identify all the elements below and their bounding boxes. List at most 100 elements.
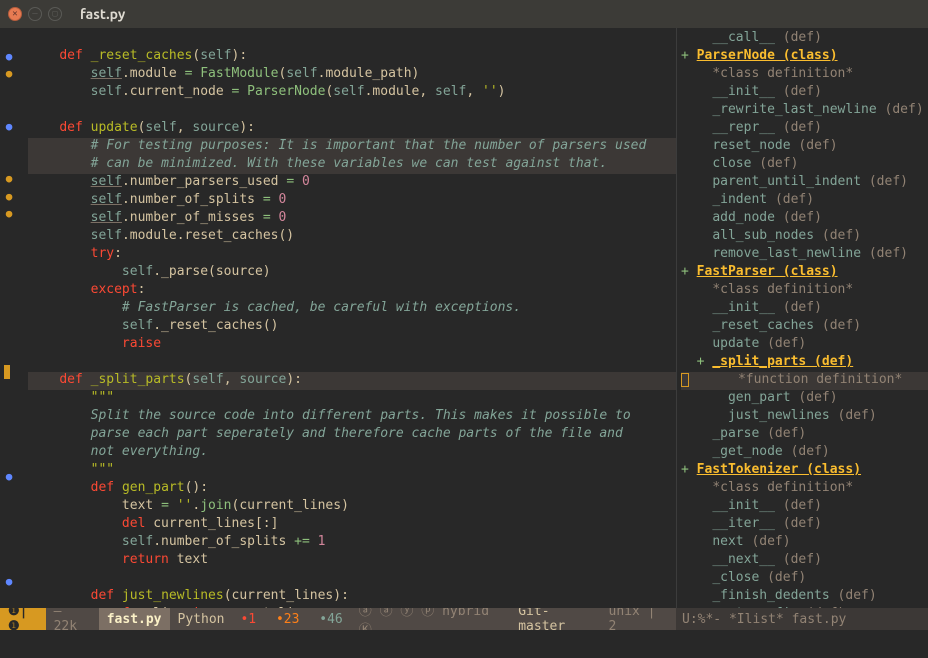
modeline: ❶|❶ — 22k fast.py Python •1 •23 •46 ⓐ ⓐ …	[0, 608, 928, 630]
modeline-aux: U:%*- *Ilist* fast.py	[676, 608, 928, 630]
outline-item[interactable]: + FastTokenizer (class)	[681, 462, 928, 480]
outline-item[interactable]: _indent (def)	[681, 192, 928, 210]
gutter-mark	[0, 135, 18, 153]
outline-item[interactable]: _get_node (def)	[681, 444, 928, 462]
outline-item[interactable]: reset_node (def)	[681, 138, 928, 156]
close-icon[interactable]: ✕	[8, 7, 22, 21]
code-line[interactable]: def update(self, source):	[28, 120, 676, 138]
minimize-icon[interactable]: –	[28, 7, 42, 21]
code-line[interactable]: text = ''.join(current_lines)	[28, 498, 676, 516]
code-line[interactable]: self.number_of_misses = 0	[28, 210, 676, 228]
modeline-git: Git-master	[510, 608, 600, 630]
gutter-mark	[0, 520, 18, 538]
code-line[interactable]: # can be minimized. With these variables…	[28, 156, 676, 174]
code-line[interactable]: return text	[28, 552, 676, 570]
code-line[interactable]: not everything.	[28, 444, 676, 462]
gutter-mark	[0, 415, 18, 433]
gutter-mark	[0, 240, 18, 258]
gutter-mark: ●	[0, 118, 18, 136]
gutter-mark	[0, 398, 18, 416]
outline-item[interactable]: _rewrite_last_newline (def)	[681, 102, 928, 120]
gutter-mark: ●	[0, 205, 18, 223]
gutter-mark	[0, 363, 18, 381]
outline-item[interactable]: close (def)	[681, 156, 928, 174]
code-line[interactable]: for line in current_lines:	[28, 606, 676, 608]
outline-item[interactable]: __init__ (def)	[681, 300, 928, 318]
outline-item[interactable]: parent_until_indent (def)	[681, 174, 928, 192]
outline-item[interactable]: __iter__ (def)	[681, 516, 928, 534]
titlebar: ✕ – ▢ fast.py	[0, 0, 928, 28]
gutter-mark	[0, 100, 18, 118]
outline-cursor-icon	[681, 373, 689, 387]
outline-item[interactable]: + FastParser (class)	[681, 264, 928, 282]
code-line[interactable]: del current_lines[:]	[28, 516, 676, 534]
minibuffer[interactable]	[0, 630, 928, 658]
editor-pane[interactable]: ●●●●●●●● def _reset_caches(self): self.m…	[0, 28, 676, 608]
modeline-flycheck: •1 •23 •46	[232, 608, 350, 630]
code-line[interactable]: except:	[28, 282, 676, 300]
gutter-mark	[0, 153, 18, 171]
window-controls: ✕ – ▢	[8, 7, 62, 21]
maximize-icon[interactable]: ▢	[48, 7, 62, 21]
gutter-mark	[0, 503, 18, 521]
gutter-mark: ●	[0, 170, 18, 188]
gutter-mark: ●	[0, 188, 18, 206]
outline-item[interactable]: _finish_dedents (def)	[681, 588, 928, 606]
code-line[interactable]: parse each part seperately and therefore…	[28, 426, 676, 444]
outline-item[interactable]: just_newlines (def)	[681, 408, 928, 426]
code-line[interactable]: Split the source code into different par…	[28, 408, 676, 426]
code-line[interactable]: self.module = FastModule(self.module_pat…	[28, 66, 676, 84]
outline-item[interactable]: _reset_caches (def)	[681, 318, 928, 336]
code-line[interactable]: self.module.reset_caches()	[28, 228, 676, 246]
code-line[interactable]: """	[28, 390, 676, 408]
code-line[interactable]: raise	[28, 336, 676, 354]
warning-count: •23	[276, 612, 299, 627]
gutter-mark	[0, 450, 18, 468]
code-line[interactable]: self.current_node = ParserNode(self.modu…	[28, 84, 676, 102]
code-area[interactable]: def _reset_caches(self): self.module = F…	[18, 28, 676, 608]
code-line[interactable]	[28, 570, 676, 588]
outline-item[interactable]: *class definition*	[681, 282, 928, 300]
outline-item[interactable]: + _split_parts (def)	[681, 354, 928, 372]
code-line[interactable]: # FastParser is cached, be careful with …	[28, 300, 676, 318]
code-line[interactable]: self.number_of_splits = 0	[28, 192, 676, 210]
outline-item[interactable]: _close (def)	[681, 570, 928, 588]
code-line[interactable]	[28, 102, 676, 120]
code-line[interactable]: try:	[28, 246, 676, 264]
outline-item[interactable]: add_node (def)	[681, 210, 928, 228]
gutter-mark	[0, 485, 18, 503]
gutter-mark	[0, 223, 18, 241]
outline-item[interactable]: __init__ (def)	[681, 498, 928, 516]
outline-pane[interactable]: __call__ (def)+ ParserNode (class) *clas…	[676, 28, 928, 608]
gutter-mark	[0, 83, 18, 101]
outline-item[interactable]: __init__ (def)	[681, 84, 928, 102]
outline-item[interactable]: *class definition*	[681, 480, 928, 498]
outline-item[interactable]: *function definition*	[681, 372, 928, 390]
outline-item[interactable]: gen_part (def)	[681, 390, 928, 408]
outline-item[interactable]: _parse (def)	[681, 426, 928, 444]
outline-item[interactable]: remove_last_newline (def)	[681, 246, 928, 264]
outline-item[interactable]: __repr__ (def)	[681, 120, 928, 138]
code-line[interactable]: self.number_of_splits += 1	[28, 534, 676, 552]
code-line[interactable]: def gen_part():	[28, 480, 676, 498]
modeline-main: ❶|❶ — 22k fast.py Python •1 •23 •46 ⓐ ⓐ …	[0, 608, 676, 630]
outline-item[interactable]: + ParserNode (class)	[681, 48, 928, 66]
outline-item[interactable]: __next__ (def)	[681, 552, 928, 570]
outline-item[interactable]: next (def)	[681, 534, 928, 552]
code-line[interactable]	[28, 30, 676, 48]
code-line[interactable]: def _split_parts(self, source):	[28, 372, 676, 390]
outline-item[interactable]: all_sub_nodes (def)	[681, 228, 928, 246]
code-line[interactable]: self._parse(source)	[28, 264, 676, 282]
gutter-mark	[0, 328, 18, 346]
code-line[interactable]	[28, 354, 676, 372]
code-line[interactable]: self._reset_caches()	[28, 318, 676, 336]
outline-item[interactable]: __call__ (def)	[681, 30, 928, 48]
code-line[interactable]: def just_newlines(current_lines):	[28, 588, 676, 606]
code-line[interactable]: """	[28, 462, 676, 480]
code-line[interactable]: def _reset_caches(self):	[28, 48, 676, 66]
code-line[interactable]: self.number_parsers_used = 0	[28, 174, 676, 192]
gutter-mark	[0, 345, 18, 363]
code-line[interactable]: # For testing purposes: It is important …	[28, 138, 676, 156]
outline-item[interactable]: update (def)	[681, 336, 928, 354]
outline-item[interactable]: *class definition*	[681, 66, 928, 84]
